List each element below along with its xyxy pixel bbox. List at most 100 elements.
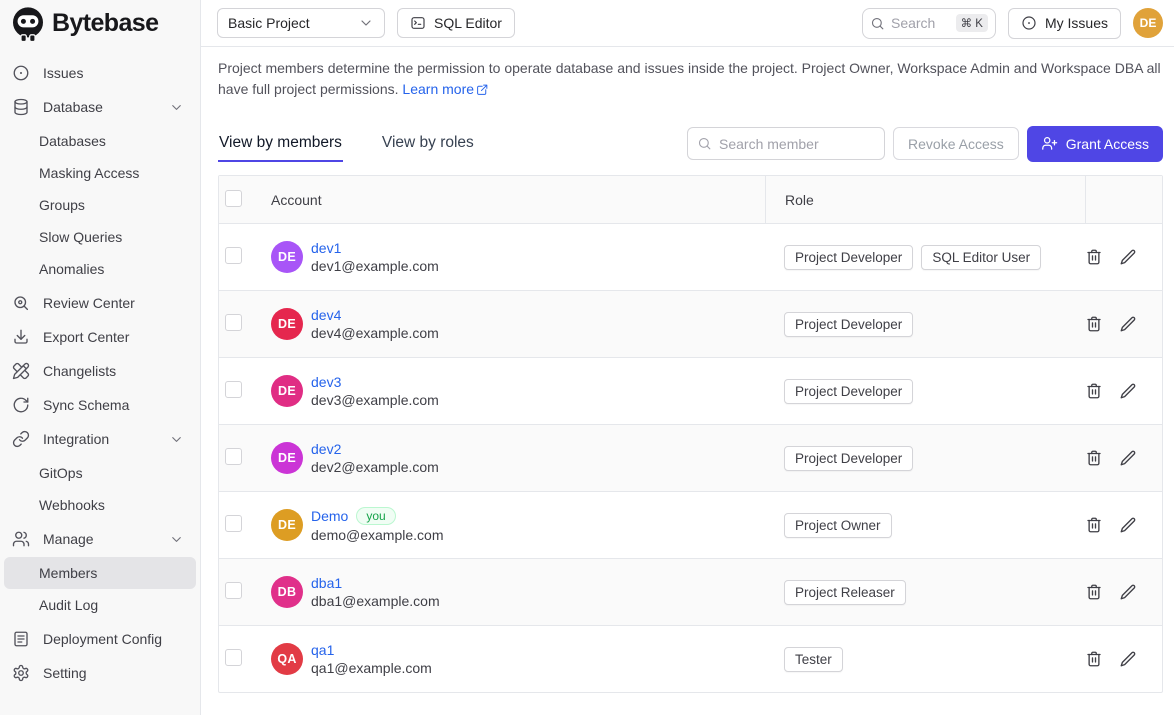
delete-member-button[interactable] xyxy=(1085,583,1103,601)
sidebar-item-manage[interactable]: Manage xyxy=(4,523,196,555)
row-checkbox[interactable] xyxy=(225,515,242,532)
sidebar: Issues Database Databases Masking Access Gro… xyxy=(0,47,201,715)
external-link-icon xyxy=(476,83,489,96)
member-name-row: qa1 xyxy=(311,642,432,658)
sidebar-item-slow-queries[interactable]: Slow Queries xyxy=(4,221,196,253)
sidebar-item-database[interactable]: Database xyxy=(4,91,196,123)
column-header-actions xyxy=(1085,176,1162,223)
learn-more-link[interactable]: Learn more xyxy=(402,81,474,97)
sidebar-item-setting[interactable]: Setting xyxy=(4,657,196,689)
account-cell: DEdev4dev4@example.com xyxy=(271,307,765,341)
sidebar-item-label: Manage xyxy=(43,531,156,547)
member-email: dev2@example.com xyxy=(311,459,439,475)
table-row: DEdev4dev4@example.comProject Developer xyxy=(219,290,1162,357)
edit-member-button[interactable] xyxy=(1119,248,1137,266)
member-name-link[interactable]: dev2 xyxy=(311,441,341,457)
edit-member-button[interactable] xyxy=(1119,650,1137,668)
actions-cell xyxy=(1085,315,1163,333)
sidebar-item-issues[interactable]: Issues xyxy=(4,57,196,89)
sidebar-item-label: Database xyxy=(43,99,156,115)
member-name-link[interactable]: dev4 xyxy=(311,307,341,323)
account-text: dba1dba1@example.com xyxy=(311,575,440,609)
sidebar-item-audit-log[interactable]: Audit Log xyxy=(4,589,196,621)
project-select-value: Basic Project xyxy=(228,15,310,31)
bytebase-logo-icon xyxy=(8,4,48,44)
sidebar-item-groups[interactable]: Groups xyxy=(4,189,196,221)
row-checkbox-cell xyxy=(219,448,271,468)
sidebar-item-label: Changelists xyxy=(43,363,184,379)
member-email: dev3@example.com xyxy=(311,392,439,408)
sql-editor-label: SQL Editor xyxy=(434,15,502,31)
sidebar-item-anomalies[interactable]: Anomalies xyxy=(4,253,196,285)
members-table: Account Role DEdev1dev1@example.comProje… xyxy=(218,175,1163,693)
user-avatar[interactable]: DE xyxy=(1133,8,1163,38)
search-member-input[interactable]: Search member xyxy=(687,127,885,160)
row-checkbox-cell xyxy=(219,515,271,535)
edit-member-button[interactable] xyxy=(1119,449,1137,467)
table-row: DBdba1dba1@example.comProject Releaser xyxy=(219,558,1162,625)
delete-member-button[interactable] xyxy=(1085,516,1103,534)
my-issues-button[interactable]: My Issues xyxy=(1008,8,1121,39)
tab-view-by-roles[interactable]: View by roles xyxy=(381,125,475,162)
account-text: dev2 dev2@example.com xyxy=(311,441,439,475)
member-name-link[interactable]: dev1 xyxy=(311,240,341,256)
edit-member-button[interactable] xyxy=(1119,382,1137,400)
avatar: DE xyxy=(271,308,303,340)
members-toolbar: Search member Revoke Access Grant Access xyxy=(687,126,1163,162)
row-checkbox[interactable] xyxy=(225,247,242,264)
member-name-link[interactable]: qa1 xyxy=(311,642,334,658)
users-icon xyxy=(12,530,30,548)
revoke-access-button[interactable]: Revoke Access xyxy=(893,127,1019,160)
sidebar-item-members[interactable]: Members xyxy=(4,557,196,589)
sidebar-item-export-center[interactable]: Export Center xyxy=(4,321,196,353)
logo-text: Bytebase xyxy=(52,9,158,38)
edit-member-button[interactable] xyxy=(1119,583,1137,601)
changelist-icon xyxy=(12,362,30,380)
role-badge: Project Developer xyxy=(784,312,913,337)
account-text: dev1dev1@example.com xyxy=(311,240,439,274)
sidebar-item-integration[interactable]: Integration xyxy=(4,423,196,455)
delete-member-button[interactable] xyxy=(1085,315,1103,333)
sidebar-item-webhooks[interactable]: Webhooks xyxy=(4,489,196,521)
row-checkbox[interactable] xyxy=(225,649,242,666)
sql-editor-button[interactable]: SQL Editor xyxy=(397,8,515,38)
avatar: DE xyxy=(271,442,303,474)
member-name-row: dba1 xyxy=(311,575,440,591)
member-name-link[interactable]: Demo xyxy=(311,508,348,524)
row-checkbox[interactable] xyxy=(225,314,242,331)
member-name-link[interactable]: dev3 xyxy=(311,374,341,390)
sidebar-item-gitops[interactable]: GitOps xyxy=(4,457,196,489)
edit-member-button[interactable] xyxy=(1119,315,1137,333)
row-checkbox[interactable] xyxy=(225,448,242,465)
grant-access-label: Grant Access xyxy=(1066,136,1149,152)
role-cell: Tester xyxy=(765,647,1085,672)
global-search-input[interactable]: Search ⌘ K xyxy=(862,8,996,39)
sidebar-item-label: Review Center xyxy=(43,295,184,311)
delete-member-button[interactable] xyxy=(1085,382,1103,400)
delete-member-button[interactable] xyxy=(1085,650,1103,668)
sidebar-item-databases[interactable]: Databases xyxy=(4,125,196,157)
sidebar-item-sync-schema[interactable]: Sync Schema xyxy=(4,389,196,421)
sidebar-item-changelists[interactable]: Changelists xyxy=(4,355,196,387)
grant-access-button[interactable]: Grant Access xyxy=(1027,126,1163,162)
row-checkbox[interactable] xyxy=(225,582,242,599)
logo-area: Bytebase xyxy=(0,0,201,47)
search-icon xyxy=(870,16,885,31)
select-all-checkbox[interactable] xyxy=(225,190,242,207)
edit-member-button[interactable] xyxy=(1119,516,1137,534)
sidebar-item-masking-access[interactable]: Masking Access xyxy=(4,157,196,189)
account-cell: DBdba1dba1@example.com xyxy=(271,575,765,609)
delete-member-button[interactable] xyxy=(1085,449,1103,467)
tab-view-by-members[interactable]: View by members xyxy=(218,125,343,162)
member-name-link[interactable]: dba1 xyxy=(311,575,342,591)
sidebar-item-review-center[interactable]: Review Center xyxy=(4,287,196,319)
row-checkbox[interactable] xyxy=(225,381,242,398)
sidebar-item-label: Masking Access xyxy=(39,165,139,181)
avatar: DB xyxy=(271,576,303,608)
project-select[interactable]: Basic Project xyxy=(217,8,385,38)
search-member-placeholder: Search member xyxy=(719,136,819,152)
delete-member-button[interactable] xyxy=(1085,248,1103,266)
account-text: qa1qa1@example.com xyxy=(311,642,432,676)
role-cell: Project Developer xyxy=(765,379,1085,404)
sidebar-item-deployment-config[interactable]: Deployment Config xyxy=(4,623,196,655)
